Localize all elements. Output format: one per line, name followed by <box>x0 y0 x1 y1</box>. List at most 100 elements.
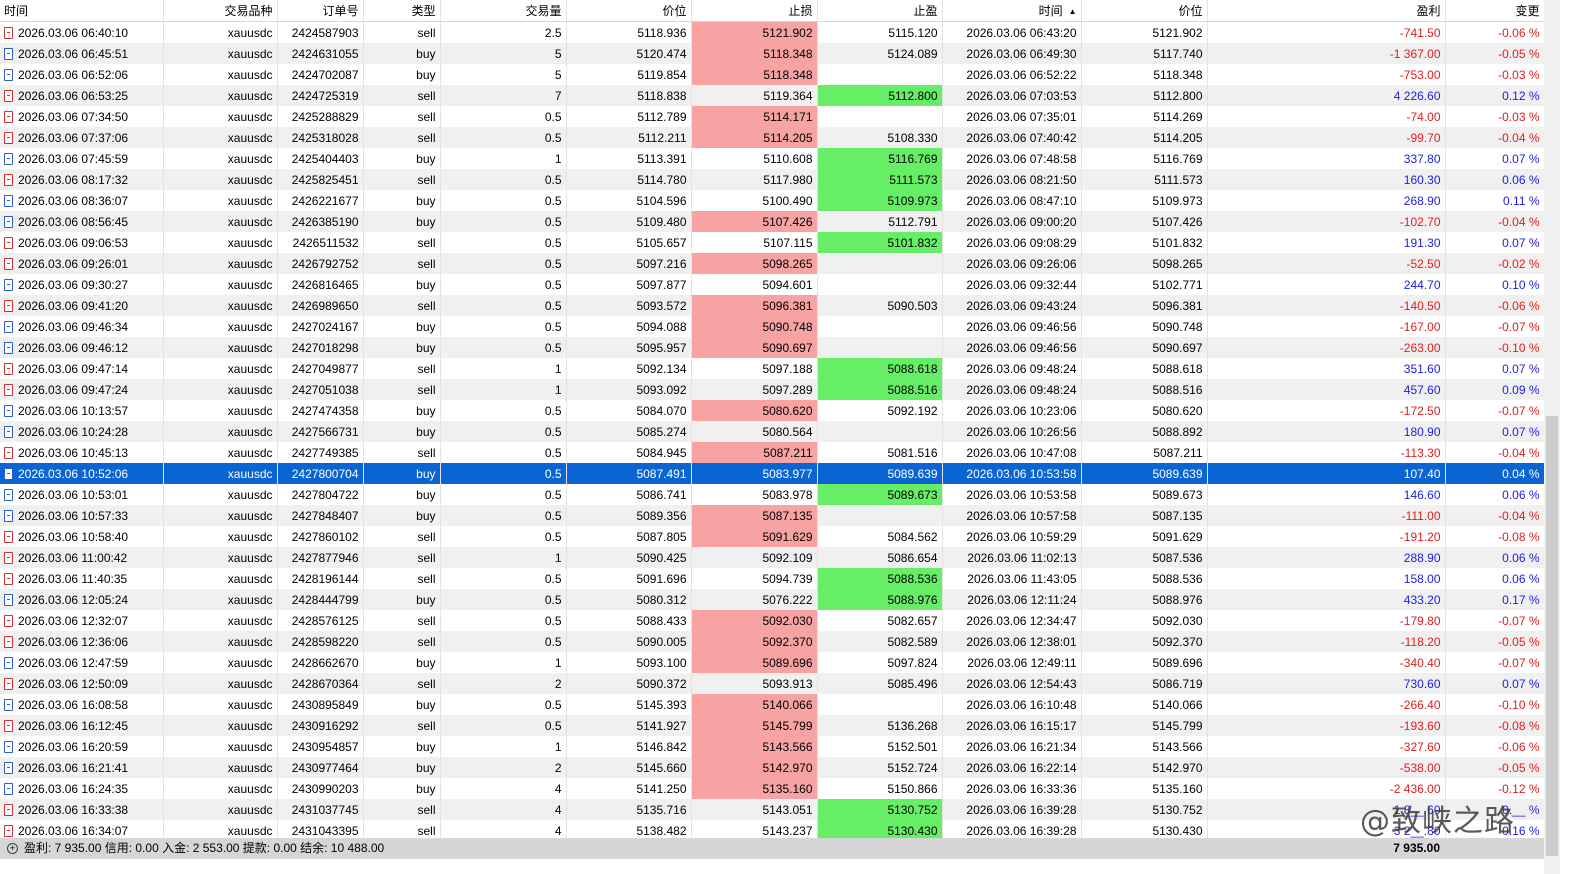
table-row[interactable]: 2026.03.06 09:41:20 xauusdc 2426989650 sell… <box>0 295 1545 316</box>
volume-value: 2.5 <box>544 25 562 40</box>
cell-symbol: xauusdc <box>163 568 278 589</box>
profit-value: -167.00 <box>1399 319 1441 334</box>
col-close-time-header[interactable]: 时间 ▲ <box>942 0 1082 22</box>
table-row[interactable]: 2026.03.06 16:21:41 xauusdc 2430977464 buy 2… <box>0 757 1545 778</box>
table-row[interactable]: 2026.03.06 10:53:01 xauusdc 2427804722 buy 0… <box>0 484 1545 505</box>
cell-symbol: xauusdc <box>163 484 278 505</box>
sl-value: 5117.980 <box>763 172 813 187</box>
symbol-value: xauusdc <box>227 382 273 397</box>
tp-value: 5086.654 <box>887 550 938 565</box>
table-row[interactable]: 2026.03.06 11:40:35 xauusdc 2428196144 sell… <box>0 568 1545 589</box>
cell-symbol: xauusdc <box>163 85 278 106</box>
table-row[interactable]: 2026.03.06 06:53:25 xauusdc 2424725319 sell… <box>0 85 1545 106</box>
table-row[interactable]: 2026.03.06 10:57:33 xauusdc 2427848407 buy 0… <box>0 505 1545 526</box>
table-row[interactable]: 2026.03.06 12:47:59 xauusdc 2428662670 buy 1… <box>0 652 1545 673</box>
table-row[interactable]: 2026.03.06 08:36:07 xauusdc 2426221677 buy 0… <box>0 190 1545 211</box>
cell-tp: 5112.791 <box>817 211 943 232</box>
table-row[interactable]: 2026.03.06 08:17:32 xauusdc 2425825451 sell… <box>0 169 1545 190</box>
col-open-time-header[interactable]: 时间 <box>0 0 164 22</box>
col-change-header[interactable]: 变更 <box>1445 0 1545 22</box>
col-stop-loss-header[interactable]: 止损 <box>691 0 818 22</box>
col-symbol-header[interactable]: 交易品种 <box>163 0 278 22</box>
cell-close-price: 5140.066 <box>1081 694 1208 715</box>
col-ticket-header[interactable]: 订单号 <box>277 0 364 22</box>
table-row[interactable]: 2026.03.06 07:37:06 xauusdc 2425318028 sell… <box>0 127 1545 148</box>
ticket-value: 2427800704 <box>291 466 359 481</box>
cell-symbol: xauusdc <box>163 736 278 757</box>
col-take-profit-header[interactable]: 止盈 <box>817 0 943 22</box>
bottom-strip <box>0 859 1544 874</box>
table-row[interactable]: 2026.03.06 12:32:07 xauusdc 2428576125 sell… <box>0 610 1545 631</box>
table-row[interactable]: 2026.03.06 12:50:09 xauusdc 2428670364 sell… <box>0 673 1545 694</box>
table-row[interactable]: 2026.03.06 09:46:34 xauusdc 2427024167 buy 0… <box>0 316 1545 337</box>
table-row[interactable]: 2026.03.06 16:08:58 xauusdc 2430895849 buy 0… <box>0 694 1545 715</box>
ticket-value: 2427024167 <box>291 319 359 334</box>
buy-order-icon <box>4 467 13 480</box>
cell-ticket: 2430916292 <box>277 715 364 736</box>
table-row[interactable]: 2026.03.06 08:56:45 xauusdc 2426385190 buy 0… <box>0 211 1545 232</box>
cell-symbol: xauusdc <box>163 43 278 64</box>
symbol-value: xauusdc <box>227 550 273 565</box>
cell-profit: 4 226.60 <box>1207 85 1446 106</box>
table-row[interactable]: 2026.03.06 10:52:06 xauusdc 2427800704 buy 0… <box>0 463 1545 484</box>
table-row[interactable]: 2026.03.06 09:47:14 xauusdc 2427049877 sell… <box>0 358 1545 379</box>
table-row[interactable]: 2026.03.06 10:45:13 xauusdc 2427749385 sell… <box>0 442 1545 463</box>
table-row[interactable]: 2026.03.06 07:34:50 xauusdc 2425288829 sell… <box>0 106 1545 127</box>
scrollbar-thumb[interactable] <box>1546 416 1558 856</box>
cell-sl: 5140.066 <box>691 694 818 715</box>
ticket-value: 2425318028 <box>291 130 359 145</box>
table-row[interactable]: 2026.03.06 06:40:10 xauusdc 2424587903 sell… <box>0 21 1545 43</box>
tp-value: 5088.976 <box>887 592 938 607</box>
ticket-value: 2425404403 <box>291 151 359 166</box>
close-time-value: 2026.03.06 10:57:58 <box>966 508 1077 523</box>
cell-close-price: 5098.265 <box>1081 253 1208 274</box>
sl-value: 5097.289 <box>762 382 813 397</box>
profit-value: -538.00 <box>1399 760 1441 775</box>
table-row[interactable]: 2026.03.06 09:47:24 xauusdc 2427051038 sell… <box>0 379 1545 400</box>
table-row[interactable]: 2026.03.06 09:30:27 xauusdc 2426816465 buy 0… <box>0 274 1545 295</box>
table-row[interactable]: 2026.03.06 10:24:28 xauusdc 2427566731 buy 0… <box>0 421 1545 442</box>
table-row[interactable]: 2026.03.06 11:00:42 xauusdc 2427877946 sell… <box>0 547 1545 568</box>
cell-ticket: 2426511532 <box>277 232 364 253</box>
table-row[interactable]: 2026.03.06 16:33:38 xauusdc 2431037745 sell… <box>0 799 1545 820</box>
cell-change: -0.04 % <box>1445 505 1545 526</box>
table-row[interactable]: 2026.03.06 10:58:40 xauusdc 2427860102 sell… <box>0 526 1545 547</box>
cell-symbol: xauusdc <box>163 211 278 232</box>
col-open-price-header[interactable]: 价位 <box>566 0 692 22</box>
change-value: 0.07 % <box>1502 424 1540 439</box>
cell-tp: 5088.976 <box>817 589 943 610</box>
type-value: sell <box>417 529 436 544</box>
table-row[interactable]: 2026.03.06 06:45:51 xauusdc 2424631055 buy 5… <box>0 43 1545 64</box>
cell-type: sell <box>363 547 441 568</box>
close-time-value: 2026.03.06 07:03:53 <box>966 88 1077 103</box>
col-type-header[interactable]: 类型 <box>363 0 441 22</box>
cell-change: -0.07 % <box>1445 316 1545 337</box>
col-close-price-header[interactable]: 价位 <box>1081 0 1208 22</box>
table-row[interactable]: 2026.03.06 12:05:24 xauusdc 2428444799 buy 0… <box>0 589 1545 610</box>
sell-order-icon <box>4 89 13 102</box>
cell-change: -0.03 % <box>1445 106 1545 127</box>
table-row[interactable]: 2026.03.06 09:46:12 xauusdc 2427018298 buy 0… <box>0 337 1545 358</box>
plus-circle-icon[interactable]: + <box>7 843 18 854</box>
col-profit-header[interactable]: 盈利 <box>1207 0 1446 22</box>
time-value: 2026.03.06 12:36:06 <box>18 634 129 649</box>
table-row[interactable]: 2026.03.06 09:26:01 xauusdc 2426792752 sell… <box>0 253 1545 274</box>
table-row[interactable]: 2026.03.06 07:45:59 xauusdc 2425404403 buy 1… <box>0 148 1545 169</box>
table-row[interactable]: 2026.03.06 16:24:35 xauusdc 2430990203 buy 4… <box>0 778 1545 799</box>
table-row[interactable]: 2026.03.06 10:13:57 xauusdc 2427474358 buy 0… <box>0 400 1545 421</box>
table-row[interactable]: 2026.03.06 12:36:06 xauusdc 2428598220 sell… <box>0 631 1545 652</box>
col-volume-header[interactable]: 交易量 <box>440 0 567 22</box>
price-value: 5097.877 <box>636 277 687 292</box>
cell-tp: 5089.639 <box>817 463 943 484</box>
cell-change: 0.06 % <box>1445 169 1545 190</box>
table-row[interactable]: 2026.03.06 06:52:06 xauusdc 2424702087 buy 5… <box>0 64 1545 85</box>
table-row[interactable]: 2026.03.06 16:12:45 xauusdc 2430916292 sell… <box>0 715 1545 736</box>
ticket-value: 2427474358 <box>291 403 359 418</box>
vertical-scrollbar[interactable] <box>1544 0 1560 874</box>
sl-value: 5090.697 <box>762 340 813 355</box>
close-time-value: 2026.03.06 06:43:20 <box>966 25 1077 40</box>
sl-value: 5090.748 <box>762 319 813 334</box>
cell-time: 2026.03.06 10:58:40 <box>0 526 164 547</box>
table-row[interactable]: 2026.03.06 09:06:53 xauusdc 2426511532 sell… <box>0 232 1545 253</box>
table-row[interactable]: 2026.03.06 16:20:59 xauusdc 2430954857 buy 1… <box>0 736 1545 757</box>
